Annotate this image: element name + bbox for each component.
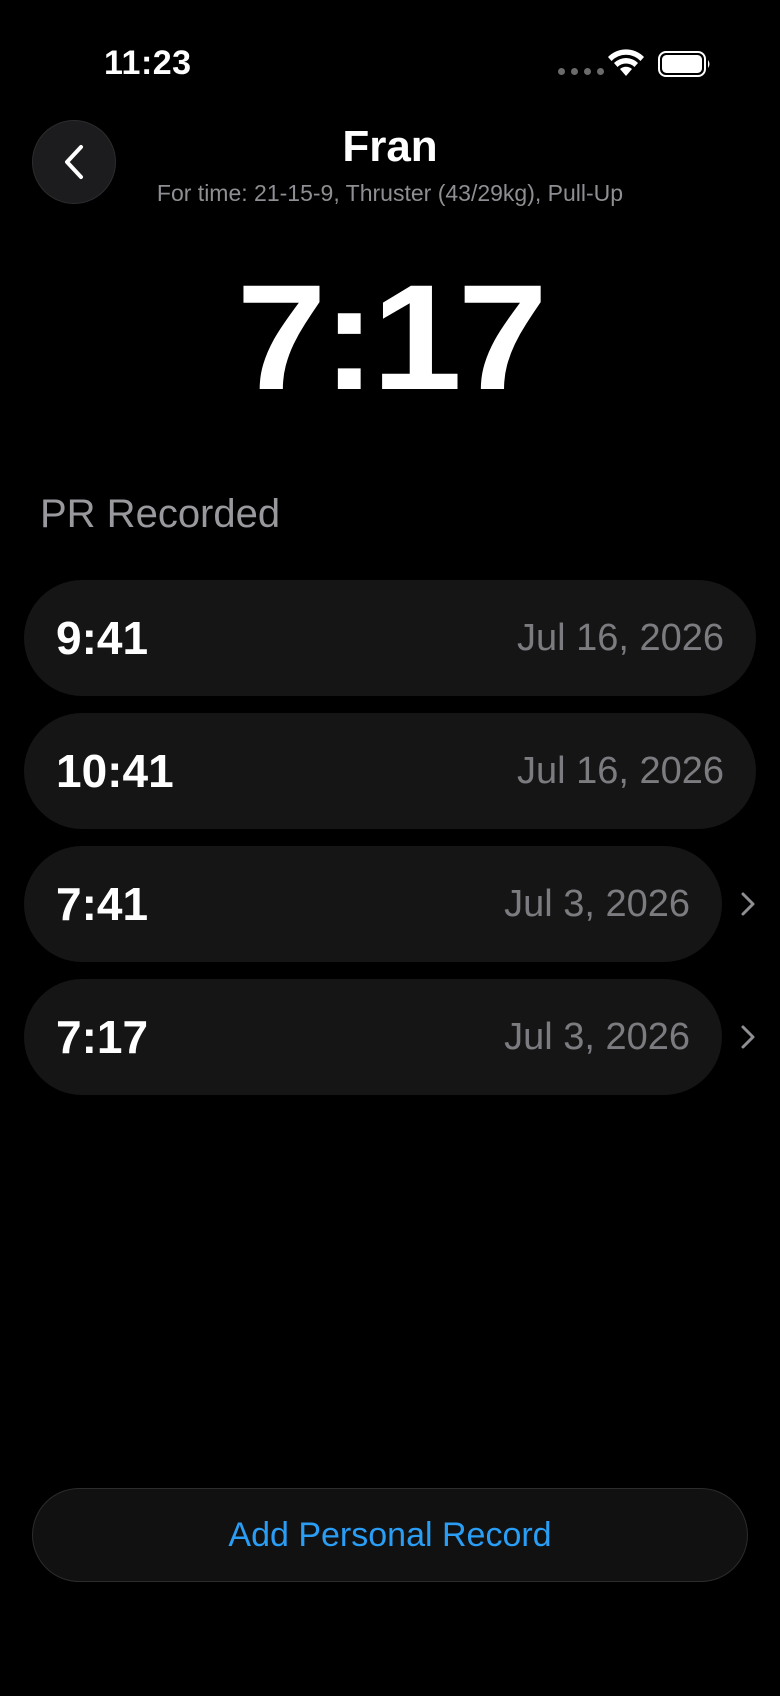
record-row[interactable]: 7:41 Jul 3, 2026 bbox=[24, 846, 722, 962]
battery-icon bbox=[658, 51, 710, 77]
record-date: Jul 16, 2026 bbox=[516, 749, 724, 792]
chevron-right-icon[interactable] bbox=[738, 889, 758, 919]
record-time: 10:41 bbox=[56, 745, 174, 797]
page-title: Fran bbox=[342, 122, 438, 171]
record-date: Jul 16, 2026 bbox=[516, 616, 724, 659]
wifi-icon bbox=[608, 49, 644, 76]
record-time: 7:17 bbox=[56, 1011, 149, 1063]
chevron-right-icon[interactable] bbox=[738, 1022, 758, 1052]
status-time: 11:23 bbox=[104, 44, 192, 82]
page-subtitle: For time: 21-15-9, Thruster (43/29kg), P… bbox=[156, 180, 624, 206]
section-title: PR Recorded bbox=[40, 492, 281, 536]
status-bar: 11:23 bbox=[0, 0, 780, 120]
best-time: 7:17 bbox=[236, 253, 548, 421]
record-date: Jul 3, 2026 bbox=[504, 882, 690, 925]
screen: 11:23 Fran For time: 21-15-9, Thruster (… bbox=[0, 0, 780, 1696]
record-row[interactable]: 7:17 Jul 3, 2026 bbox=[24, 979, 722, 1095]
record-row[interactable]: 9:41 Jul 16, 2026 bbox=[24, 580, 756, 696]
add-personal-record-button[interactable]: Add Personal Record bbox=[32, 1488, 748, 1582]
record-row[interactable]: 10:41 Jul 16, 2026 bbox=[24, 713, 756, 829]
record-time: 7:41 bbox=[56, 878, 149, 930]
record-time: 9:41 bbox=[56, 612, 149, 664]
record-date: Jul 3, 2026 bbox=[504, 1015, 690, 1058]
signal-icon bbox=[558, 68, 604, 75]
